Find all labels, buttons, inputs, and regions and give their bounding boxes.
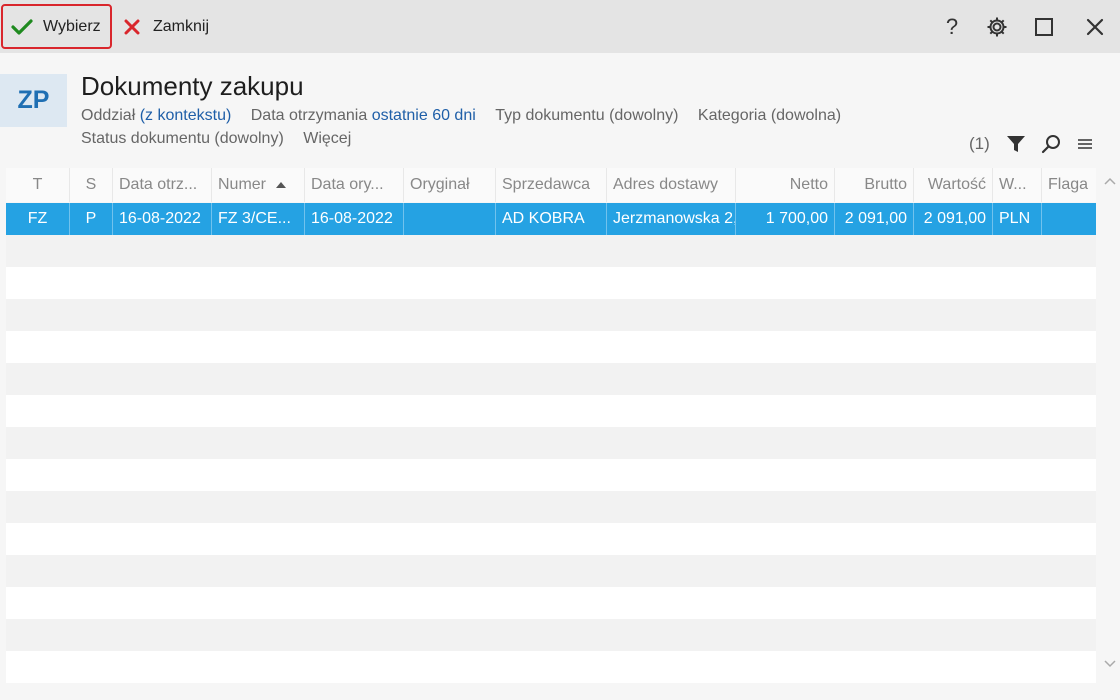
column-header-value[interactable]: Wartość xyxy=(913,168,992,202)
cell-number: FZ 3/CE... xyxy=(211,203,304,235)
cell-gross: 2 091,00 xyxy=(834,203,913,235)
filter-branch-value: (z kontekstu) xyxy=(139,107,232,124)
column-header-flag[interactable]: Flaga xyxy=(1041,168,1096,202)
filter-branch[interactable]: Oddział (z kontekstu) xyxy=(81,104,231,127)
column-header-original-date[interactable]: Data ory... xyxy=(304,168,403,202)
toolbar: Wybierz Zamknij ? xyxy=(0,0,1120,53)
help-icon[interactable]: ? xyxy=(937,12,967,42)
column-header-delivery-address[interactable]: Adres dostawy xyxy=(606,168,735,202)
cell-status: P xyxy=(69,203,112,235)
close-x-red-icon xyxy=(124,19,140,34)
empty-row xyxy=(6,363,1096,395)
column-header-number[interactable]: Numer xyxy=(211,168,304,202)
column-header-seller[interactable]: Sprzedawca xyxy=(495,168,606,202)
funnel-svg xyxy=(1007,136,1025,152)
search-icon[interactable] xyxy=(1040,130,1062,158)
empty-row xyxy=(6,523,1096,555)
filter-received-value: ostatnie 60 dni xyxy=(371,107,476,124)
page-title: Dokumenty zakupu xyxy=(81,71,304,101)
column-header-gross[interactable]: Brutto xyxy=(834,168,913,202)
search-svg xyxy=(1041,135,1060,154)
column-header-status[interactable]: S xyxy=(69,168,112,202)
cell-net: 1 700,00 xyxy=(735,203,834,235)
filter-bar: Oddział (z kontekstu) Data otrzymania os… xyxy=(81,104,981,150)
menu-icon[interactable] xyxy=(1076,130,1094,158)
filter-received-label: Data otrzymania xyxy=(250,107,368,124)
empty-row xyxy=(6,459,1096,491)
cell-original-date: 16-08-2022 xyxy=(304,203,403,235)
empty-row xyxy=(6,395,1096,427)
cell-type: FZ xyxy=(27,210,48,227)
column-header-original[interactable]: Oryginał xyxy=(403,168,495,202)
scroll-up-svg xyxy=(1104,177,1116,185)
maximize-svg xyxy=(1035,18,1053,36)
grid-rows: FZ P 16-08-2022 FZ 3/CE... 16-08-2022 AD… xyxy=(6,203,1096,683)
purchase-documents-window: Wybierz Zamknij ? ZP Dokumenty zakupu Od… xyxy=(0,0,1120,700)
filter-branch-label: Oddział xyxy=(81,107,136,124)
empty-row xyxy=(6,555,1096,587)
cell-currency: PLN xyxy=(992,203,1041,235)
close-button[interactable]: Zamknij xyxy=(120,4,209,49)
empty-row xyxy=(6,651,1096,683)
filter-count: (1) xyxy=(969,134,990,153)
column-header-number-label: Numer xyxy=(218,176,267,193)
help-glyph: ? xyxy=(945,14,959,39)
filter-category[interactable]: Kategoria (dowolna) xyxy=(698,104,841,127)
column-header-net[interactable]: Netto xyxy=(735,168,834,202)
checkmark-icon xyxy=(11,18,33,35)
empty-row xyxy=(6,491,1096,523)
column-header-type[interactable]: T xyxy=(6,168,69,202)
empty-row xyxy=(6,619,1096,651)
gear-svg xyxy=(987,17,1007,37)
empty-row xyxy=(6,587,1096,619)
menu-svg xyxy=(1078,139,1092,149)
cell-delivery-address: Jerzmanowska 2,... xyxy=(606,203,735,235)
filter-received-date[interactable]: Data otrzymania ostatnie 60 dni xyxy=(251,104,476,127)
column-header-currency[interactable]: W... xyxy=(992,168,1041,202)
column-header-received-date[interactable]: Data otrz... xyxy=(112,168,211,202)
maximize-icon[interactable] xyxy=(1029,12,1059,42)
cell-received-date: 16-08-2022 xyxy=(112,203,211,235)
filter-status[interactable]: Status dokumentu (dowolny) xyxy=(81,127,284,150)
filter-doc-type[interactable]: Typ dokumentu (dowolny) xyxy=(495,104,678,127)
filter-row-2: Status dokumentu (dowolny) Więcej xyxy=(81,127,981,150)
cell-flag xyxy=(1041,203,1096,235)
close-window-icon[interactable] xyxy=(1080,12,1110,42)
scroll-down-svg xyxy=(1104,660,1116,668)
empty-row xyxy=(6,331,1096,363)
sort-ascending-icon xyxy=(276,182,287,188)
filter-more[interactable]: Więcej xyxy=(303,127,351,150)
empty-row xyxy=(6,267,1096,299)
gear-icon[interactable] xyxy=(982,12,1012,42)
cell-seller: AD KOBRA xyxy=(495,203,606,235)
funnel-icon[interactable] xyxy=(1005,130,1027,158)
cell-original xyxy=(403,203,495,235)
empty-row xyxy=(6,299,1096,331)
documents-grid: T S Data otrz... Numer Data ory... Orygi… xyxy=(6,168,1096,688)
close-button-label: Zamknij xyxy=(153,17,210,35)
cell-value: 2 091,00 xyxy=(913,203,992,235)
select-button-label: Wybierz xyxy=(43,17,101,35)
scroll-down-chevron-icon[interactable] xyxy=(1101,655,1119,673)
close-window-svg xyxy=(1086,18,1104,36)
grid-header: T S Data otrz... Numer Data ory... Orygi… xyxy=(6,168,1096,202)
module-badge: ZP xyxy=(0,74,67,127)
empty-row xyxy=(6,235,1096,267)
empty-row xyxy=(6,427,1096,459)
table-row[interactable]: FZ P 16-08-2022 FZ 3/CE... 16-08-2022 AD… xyxy=(6,203,1096,235)
scroll-up-chevron-icon[interactable] xyxy=(1101,172,1119,190)
select-button[interactable]: Wybierz xyxy=(1,4,112,49)
